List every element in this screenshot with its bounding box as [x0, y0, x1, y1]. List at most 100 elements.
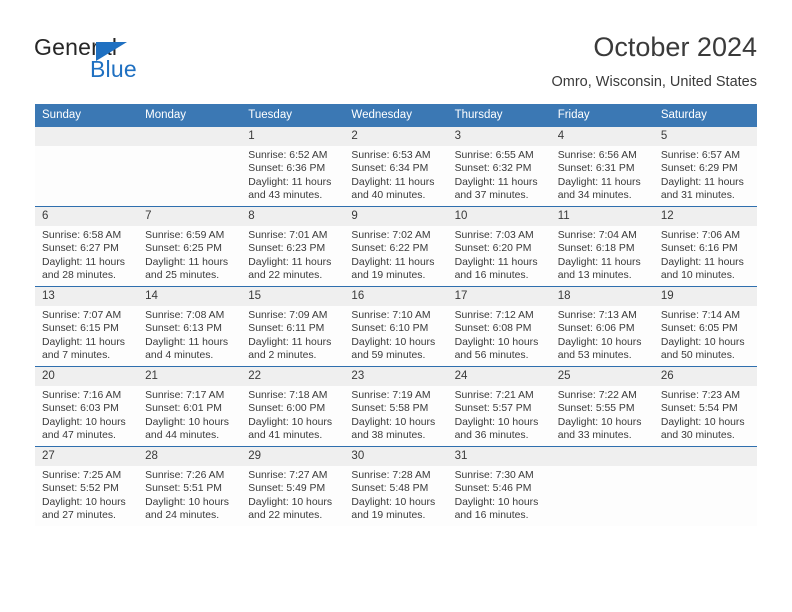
sunset-text: Sunset: 6:31 PM — [557, 163, 635, 175]
day-number: 14 — [138, 287, 242, 306]
sunset-text: Sunset: 6:00 PM — [248, 403, 326, 415]
day-cell[interactable]: 16 Sunrise: 7:10 AM Sunset: 6:10 PM Dayligh… — [344, 286, 448, 367]
day-cell[interactable] — [35, 127, 139, 207]
day-cell[interactable]: 25 Sunrise: 7:22 AM Sunset: 5:55 PM Dayligh… — [550, 366, 654, 447]
day-cell[interactable]: 7 Sunrise: 6:59 AM Sunset: 6:25 PM Daylight… — [138, 206, 242, 287]
day-number: 6 — [35, 207, 139, 226]
sunrise-text: Sunrise: 6:55 AM — [454, 150, 534, 161]
day-cell[interactable]: 1 Sunrise: 6:52 AM Sunset: 6:36 PM Daylight… — [241, 127, 345, 207]
sunset-text: Sunset: 6:13 PM — [145, 323, 222, 335]
weekday-header-thursday: Thursday — [447, 104, 551, 127]
day-cell[interactable]: 29 Sunrise: 7:27 AM Sunset: 5:49 PM Dayligh… — [241, 446, 345, 526]
sunrise-text: Sunrise: 6:53 AM — [351, 150, 431, 161]
day-cell[interactable] — [653, 446, 757, 526]
day-number: 2 — [344, 127, 448, 146]
day-details: Sunrise: 7:14 AM Sunset: 6:05 PM Daylight:… — [654, 306, 757, 362]
day-number: 24 — [447, 367, 551, 386]
day-cell[interactable]: 3 Sunrise: 6:55 AM Sunset: 6:32 PM Daylight… — [447, 127, 551, 207]
sunset-text: Sunset: 6:05 PM — [660, 323, 738, 335]
sunrise-text: Sunrise: 7:16 AM — [42, 390, 122, 401]
day-number: 22 — [241, 367, 345, 386]
general-blue-logo[interactable]: General Blue — [34, 34, 234, 86]
day-cell[interactable]: 24 Sunrise: 7:21 AM Sunset: 5:57 PM Dayligh… — [447, 366, 551, 447]
day-cell[interactable]: 18 Sunrise: 7:13 AM Sunset: 6:06 PM Dayligh… — [550, 286, 654, 367]
day-cell[interactable]: 20 Sunrise: 7:16 AM Sunset: 6:03 PM Dayligh… — [35, 366, 139, 447]
sunset-text: Sunset: 6:32 PM — [454, 163, 532, 175]
calendar-grid: Sunday Monday Tuesday Wednesday Thursday… — [35, 104, 757, 526]
day-details — [654, 466, 757, 469]
sunrise-text: Sunrise: 7:06 AM — [660, 230, 740, 241]
daylight-text: Daylight: 10 hours and 59 minutes. — [351, 336, 436, 361]
day-cell[interactable]: 13 Sunrise: 7:07 AM Sunset: 6:15 PM Dayligh… — [35, 286, 139, 367]
daylight-text: Daylight: 11 hours and 19 minutes. — [351, 256, 435, 281]
day-number: 8 — [241, 207, 345, 226]
sunset-text: Sunset: 5:55 PM — [557, 403, 635, 415]
sunset-text: Sunset: 5:54 PM — [660, 403, 738, 415]
sunrise-text: Sunrise: 7:02 AM — [351, 230, 431, 241]
day-cell[interactable]: 15 Sunrise: 7:09 AM Sunset: 6:11 PM Dayligh… — [241, 286, 345, 367]
sunset-text: Sunset: 6:10 PM — [351, 323, 429, 335]
day-cell[interactable]: 21 Sunrise: 7:17 AM Sunset: 6:01 PM Dayligh… — [138, 366, 242, 447]
day-number: 23 — [344, 367, 448, 386]
sunrise-text: Sunrise: 7:09 AM — [248, 310, 328, 321]
day-number: 19 — [653, 287, 757, 306]
day-cell[interactable]: 5 Sunrise: 6:57 AM Sunset: 6:29 PM Daylight… — [653, 127, 757, 207]
day-number: 9 — [344, 207, 448, 226]
sunset-text: Sunset: 6:18 PM — [557, 243, 635, 255]
day-cell[interactable]: 2 Sunrise: 6:53 AM Sunset: 6:34 PM Daylight… — [344, 127, 448, 207]
day-details: Sunrise: 7:08 AM Sunset: 6:13 PM Daylight:… — [138, 306, 241, 362]
day-cell[interactable]: 9 Sunrise: 7:02 AM Sunset: 6:22 PM Daylight… — [344, 206, 448, 287]
day-details: Sunrise: 7:25 AM Sunset: 5:52 PM Daylight:… — [35, 466, 138, 522]
day-cell[interactable] — [550, 446, 654, 526]
day-details: Sunrise: 6:56 AM Sunset: 6:31 PM Daylight:… — [551, 146, 654, 202]
day-cell[interactable]: 14 Sunrise: 7:08 AM Sunset: 6:13 PM Dayligh… — [138, 286, 242, 367]
day-cell[interactable] — [138, 127, 242, 207]
logo-text-blue: Blue — [90, 56, 137, 82]
day-details: Sunrise: 7:27 AM Sunset: 5:49 PM Daylight:… — [241, 466, 344, 522]
day-cell[interactable]: 23 Sunrise: 7:19 AM Sunset: 5:58 PM Dayligh… — [344, 366, 448, 447]
daylight-text: Daylight: 10 hours and 16 minutes. — [454, 496, 539, 521]
day-cell[interactable]: 12 Sunrise: 7:06 AM Sunset: 6:16 PM Dayligh… — [653, 206, 757, 287]
day-details: Sunrise: 7:17 AM Sunset: 6:01 PM Daylight:… — [138, 386, 241, 442]
daylight-text: Daylight: 11 hours and 28 minutes. — [42, 256, 125, 281]
weekday-header-saturday: Saturday — [653, 104, 757, 127]
day-details: Sunrise: 7:30 AM Sunset: 5:46 PM Daylight:… — [448, 466, 551, 522]
day-details: Sunrise: 7:06 AM Sunset: 6:16 PM Daylight:… — [654, 226, 757, 282]
day-cell[interactable]: 26 Sunrise: 7:23 AM Sunset: 5:54 PM Dayligh… — [653, 366, 757, 447]
day-cell[interactable]: 30 Sunrise: 7:28 AM Sunset: 5:48 PM Dayligh… — [344, 446, 448, 526]
day-cell[interactable]: 6 Sunrise: 6:58 AM Sunset: 6:27 PM Daylight… — [35, 206, 139, 287]
day-cell[interactable]: 17 Sunrise: 7:12 AM Sunset: 6:08 PM Dayligh… — [447, 286, 551, 367]
calendar-body: 1 Sunrise: 6:52 AM Sunset: 6:36 PM Daylight… — [35, 127, 757, 526]
day-cell[interactable]: 10 Sunrise: 7:03 AM Sunset: 6:20 PM Dayligh… — [447, 206, 551, 287]
sunrise-text: Sunrise: 7:07 AM — [42, 310, 122, 321]
sunrise-text: Sunrise: 7:08 AM — [145, 310, 225, 321]
week-row: 1 Sunrise: 6:52 AM Sunset: 6:36 PM Daylight… — [35, 127, 757, 207]
day-cell[interactable]: 27 Sunrise: 7:25 AM Sunset: 5:52 PM Dayligh… — [35, 446, 139, 526]
sunrise-text: Sunrise: 6:52 AM — [248, 150, 328, 161]
sunrise-text: Sunrise: 7:18 AM — [248, 390, 328, 401]
day-cell[interactable]: 31 Sunrise: 7:30 AM Sunset: 5:46 PM Dayligh… — [447, 446, 551, 526]
day-cell[interactable]: 22 Sunrise: 7:18 AM Sunset: 6:00 PM Dayligh… — [241, 366, 345, 447]
day-number: 11 — [550, 207, 654, 226]
calendar-page: General Blue October 2024 Omro, Wisconsi… — [0, 0, 792, 612]
day-number: 1 — [241, 127, 345, 146]
day-number: 27 — [35, 447, 139, 466]
day-cell[interactable]: 4 Sunrise: 6:56 AM Sunset: 6:31 PM Daylight… — [550, 127, 654, 207]
day-number: 28 — [138, 447, 242, 466]
day-cell[interactable]: 19 Sunrise: 7:14 AM Sunset: 6:05 PM Dayligh… — [653, 286, 757, 367]
sunset-text: Sunset: 6:01 PM — [145, 403, 222, 415]
day-cell[interactable]: 11 Sunrise: 7:04 AM Sunset: 6:18 PM Dayligh… — [550, 206, 654, 287]
daylight-text: Daylight: 11 hours and 31 minutes. — [660, 176, 744, 201]
daylight-text: Daylight: 10 hours and 19 minutes. — [351, 496, 436, 521]
sunset-text: Sunset: 5:48 PM — [351, 483, 429, 495]
day-cell[interactable]: 28 Sunrise: 7:26 AM Sunset: 5:51 PM Dayligh… — [138, 446, 242, 526]
day-number — [35, 127, 139, 146]
sunset-text: Sunset: 6:15 PM — [42, 323, 119, 335]
day-details: Sunrise: 7:13 AM Sunset: 6:06 PM Daylight:… — [551, 306, 654, 362]
daylight-text: Daylight: 11 hours and 43 minutes. — [248, 176, 332, 201]
day-cell[interactable]: 8 Sunrise: 7:01 AM Sunset: 6:23 PM Daylight… — [241, 206, 345, 287]
week-row: 13 Sunrise: 7:07 AM Sunset: 6:15 PM Dayligh… — [35, 286, 757, 367]
sunset-text: Sunset: 6:34 PM — [351, 163, 429, 175]
day-details: Sunrise: 7:12 AM Sunset: 6:08 PM Daylight:… — [448, 306, 551, 362]
sunrise-text: Sunrise: 7:14 AM — [660, 310, 740, 321]
